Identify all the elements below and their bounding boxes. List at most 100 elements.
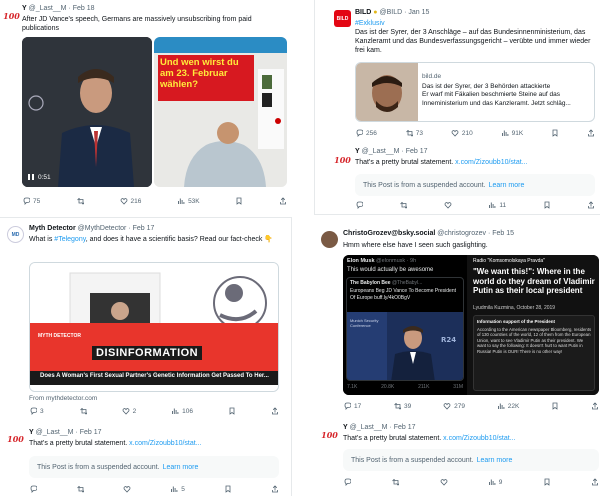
- views-button[interactable]: 53K: [177, 197, 200, 205]
- post-link[interactable]: x.com/Zizoubb10/stat...: [129, 440, 201, 447]
- display-name[interactable]: BILD: [355, 9, 371, 16]
- like-button[interactable]: 2: [122, 407, 136, 415]
- avatar[interactable]: 100: [334, 151, 351, 168]
- handle[interactable]: @MythDetector: [78, 225, 127, 232]
- timestamp[interactable]: Feb 18: [73, 5, 95, 12]
- handle[interactable]: @BILD: [379, 9, 402, 16]
- bookmark-button[interactable]: [551, 402, 559, 410]
- retweet-button[interactable]: [399, 201, 408, 209]
- retweet-button[interactable]: 39: [393, 402, 411, 410]
- handle[interactable]: @_Last__M: [350, 424, 388, 431]
- card-source[interactable]: From mythdetector.com: [29, 394, 97, 403]
- reply-icon: [344, 402, 351, 410]
- retweet-button[interactable]: [76, 197, 84, 205]
- timestamp[interactable]: Feb 17: [133, 225, 155, 232]
- retweet-button[interactable]: [76, 485, 85, 493]
- video-frame: [22, 37, 152, 187]
- like-button[interactable]: 279: [443, 402, 465, 410]
- hashtag[interactable]: #Telegony: [54, 236, 85, 243]
- bookmark-button[interactable]: [543, 478, 551, 486]
- timestamp[interactable]: Jan 15: [408, 9, 429, 16]
- reply-button[interactable]: 256: [355, 129, 377, 137]
- learn-more-link[interactable]: Learn more: [489, 182, 525, 189]
- tweet-reply[interactable]: 100 Y @_Last__M · Feb 17 That's a pretty…: [315, 145, 600, 214]
- learn-more-link[interactable]: Learn more: [163, 464, 199, 471]
- display-name[interactable]: Y: [29, 429, 34, 436]
- hashtag[interactable]: #Exklusiv: [355, 19, 385, 28]
- avatar[interactable]: 100: [3, 7, 20, 24]
- tweet-main[interactable]: BILD BILD ● @BILD · Jan 15 #Exklusiv Das…: [315, 0, 600, 145]
- tweet-main[interactable]: MD Myth Detector @MythDetector · Feb 17 …: [0, 218, 291, 422]
- views-button[interactable]: 106: [171, 407, 193, 415]
- tweet-header: Y @_Last__M · Feb 17: [343, 424, 416, 431]
- like-button[interactable]: [440, 478, 448, 486]
- media-magazine[interactable]: Und wen wirst du am 23. Februar wählen?: [154, 37, 287, 187]
- timestamp[interactable]: Feb 15: [492, 230, 514, 237]
- avatar[interactable]: BILD: [334, 10, 351, 27]
- media-video[interactable]: 0:51: [22, 37, 152, 187]
- share-button[interactable]: [271, 407, 279, 415]
- post-link[interactable]: x.com/Zizoubb10/stat...: [455, 159, 527, 166]
- tweet-main[interactable]: ChristoGrozev@bsky.social @christogrozev…: [314, 225, 600, 417]
- reply-button[interactable]: [355, 201, 363, 209]
- views-button[interactable]: 5: [170, 485, 185, 493]
- timestamp[interactable]: Feb 17: [406, 148, 428, 155]
- link-card[interactable]: bild.de Das ist der Syrer, der 3 Behörde…: [355, 62, 595, 122]
- like-button[interactable]: [444, 201, 452, 209]
- bookmark-button[interactable]: [228, 407, 236, 415]
- like-button[interactable]: 216: [120, 197, 141, 205]
- bookmark-icon: [544, 478, 550, 486]
- tweet-reply[interactable]: 100 Y @_Last__M · Feb 17 That's a pretty…: [314, 423, 600, 496]
- reply-button[interactable]: [343, 478, 351, 486]
- retweet-button[interactable]: [79, 407, 87, 415]
- like-icon: [451, 130, 459, 137]
- share-button[interactable]: [279, 197, 287, 205]
- display-name[interactable]: Myth Detector: [29, 225, 76, 232]
- avatar[interactable]: MD: [7, 226, 24, 243]
- display-name[interactable]: Y: [355, 148, 360, 155]
- reply-button[interactable]: 3: [29, 407, 44, 415]
- handle[interactable]: @_Last__M: [362, 148, 400, 155]
- display-name[interactable]: Y: [343, 424, 348, 431]
- tweet-main[interactable]: 100 Y @_Last__M · Feb 18 After JD Vance'…: [0, 0, 294, 212]
- quote-text: This would actually be awesome: [347, 267, 434, 273]
- reply-button[interactable]: 17: [343, 402, 361, 410]
- share-button[interactable]: [587, 201, 595, 209]
- bookmark-button[interactable]: [551, 129, 559, 137]
- bookmark-button[interactable]: [224, 485, 232, 493]
- avatar[interactable]: 100: [7, 430, 24, 447]
- handle[interactable]: @christogrozev: [437, 230, 486, 237]
- reply-button[interactable]: 75: [22, 197, 40, 205]
- views-button[interactable]: 22K: [497, 402, 519, 410]
- composite-image[interactable]: Elon Musk @elonmusk · 9h This would actu…: [343, 255, 599, 395]
- action-bar: 11: [355, 200, 595, 210]
- handle[interactable]: @_Last__M: [36, 429, 74, 436]
- reply-button[interactable]: [29, 485, 37, 493]
- card-title: Das ist der Syrer, der 3 Behörden attack…: [422, 83, 551, 90]
- display-name[interactable]: Y: [22, 5, 27, 12]
- views-button[interactable]: 11: [488, 201, 506, 209]
- handle[interactable]: @_Last__M: [29, 5, 67, 12]
- bookmark-button[interactable]: [235, 197, 243, 205]
- retweet-button[interactable]: [391, 478, 400, 486]
- like-button[interactable]: [123, 485, 131, 493]
- avatar[interactable]: [321, 231, 338, 248]
- share-button[interactable]: [591, 478, 599, 486]
- views-button[interactable]: 9: [488, 478, 502, 486]
- like-button[interactable]: 210: [451, 129, 473, 137]
- share-button[interactable]: [591, 402, 599, 410]
- pause-icon[interactable]: [27, 173, 35, 181]
- link-card-image[interactable]: MYTH DETECTOR DISINFORMATION Does A Woma…: [29, 262, 279, 392]
- learn-more-link[interactable]: Learn more: [477, 457, 513, 464]
- share-button[interactable]: [587, 129, 595, 137]
- share-button[interactable]: [271, 485, 279, 493]
- bookmark-button[interactable]: [543, 201, 551, 209]
- post-link[interactable]: x.com/Zizoubb10/stat...: [443, 435, 515, 442]
- timestamp[interactable]: Feb 17: [80, 429, 102, 436]
- tweet-reply[interactable]: 100 Y @_Last__M · Feb 17 That's a pretty…: [0, 424, 291, 496]
- retweet-button[interactable]: 73: [405, 129, 423, 137]
- views-button[interactable]: 91K: [501, 129, 523, 137]
- display-name[interactable]: ChristoGrozev@bsky.social: [343, 230, 435, 237]
- timestamp[interactable]: Feb 17: [394, 424, 416, 431]
- avatar[interactable]: 100: [321, 426, 338, 443]
